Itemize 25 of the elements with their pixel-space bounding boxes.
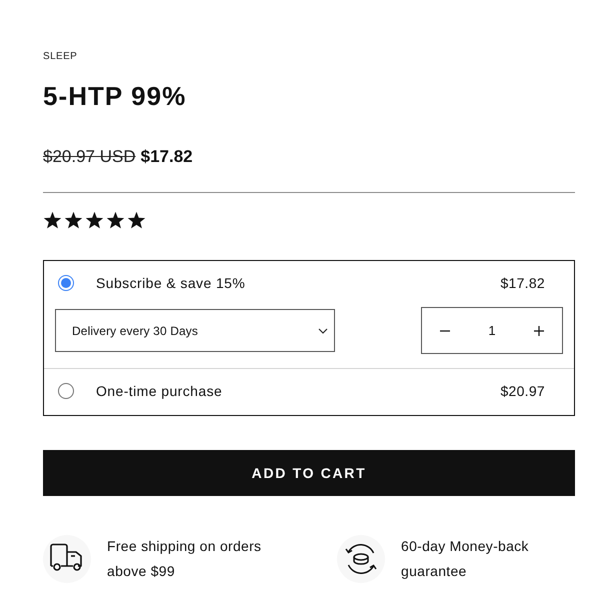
feature-text: 60-day Money-back guarantee: [401, 537, 530, 581]
star-icon: [85, 211, 104, 230]
coin-exchange-icon: [337, 535, 385, 583]
star-icon: [106, 211, 125, 230]
delivery-select[interactable]: Delivery every 30 Days: [55, 309, 335, 352]
quantity-value[interactable]: 1: [488, 320, 496, 340]
original-price: $20.97 USD: [43, 146, 136, 168]
truck-icon: [43, 535, 91, 583]
radio-button[interactable]: [58, 275, 74, 291]
option-label: One-time purchase: [96, 382, 222, 401]
option-label: Subscribe & save 15%: [96, 274, 246, 292]
plus-icon: [534, 326, 544, 336]
star-icon: [127, 211, 146, 230]
product-title: 5-HTP 99%: [43, 81, 186, 111]
star-icon: [64, 211, 83, 230]
sale-price: $17.82: [140, 146, 193, 168]
radio-button[interactable]: [58, 383, 74, 399]
chevron-down-icon: [318, 328, 328, 334]
category-label: SLEEP: [43, 50, 78, 64]
star-icon: [43, 211, 62, 230]
option-price: $20.97: [500, 382, 545, 400]
minus-icon: [440, 330, 450, 332]
add-to-cart-button[interactable]: ADD TO CART: [43, 450, 575, 496]
feature-text: Free shipping on orders above $99: [107, 537, 262, 581]
option-price: $17.82: [500, 274, 545, 292]
